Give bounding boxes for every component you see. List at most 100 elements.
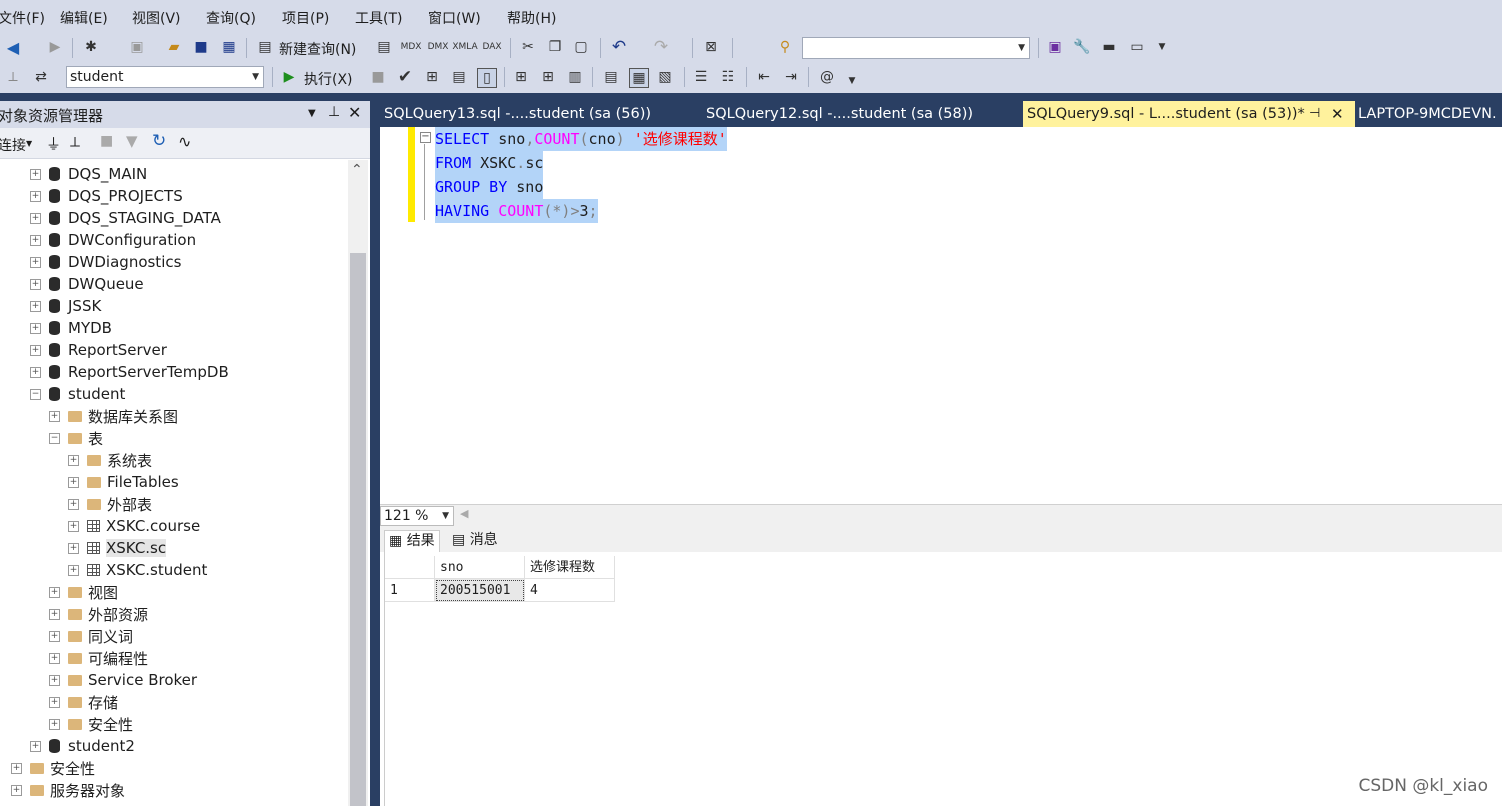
comment-icon[interactable]: ☰ [692, 68, 710, 86]
expand-icon[interactable]: + [49, 652, 60, 664]
tree-node[interactable]: + 服务器对象 [11, 779, 125, 801]
tree-node[interactable]: + JSSK [30, 295, 101, 317]
back-icon[interactable]: ◀ [4, 38, 22, 57]
menu-window[interactable]: 窗口(W) [428, 8, 481, 28]
tree-node[interactable]: + 安全性 [49, 713, 133, 735]
scroll-up-icon[interactable]: ⌃ [351, 162, 363, 178]
pin-icon[interactable]: ⊥ [328, 104, 340, 120]
disconnect-icon[interactable]: ⟂ [70, 133, 80, 151]
copy-icon[interactable]: ❐ [546, 38, 564, 56]
tree-node[interactable]: − student [30, 383, 125, 405]
tab-laptop-server[interactable]: LAPTOP-9MCDEVN. [1354, 101, 1502, 127]
panel-splitter[interactable] [370, 93, 380, 806]
collapse-icon[interactable]: − [49, 432, 60, 444]
tree-node[interactable]: + 存储 [49, 691, 118, 713]
intellisense-icon[interactable]: ▯ [477, 68, 497, 88]
expand-icon[interactable]: + [68, 520, 79, 532]
tree-node[interactable]: + student2 [30, 735, 135, 757]
code-line[interactable]: SELECT sno,COUNT(cno) '选修课程数' [435, 127, 727, 151]
menu-query[interactable]: 查询(Q) [206, 8, 256, 28]
activity-monitor-icon[interactable]: ⊠ [702, 38, 720, 56]
tree-node[interactable]: + 安全性 [11, 757, 95, 779]
tree-node[interactable]: + 数据库关系图 [49, 405, 178, 427]
expand-icon[interactable]: + [30, 212, 41, 224]
expand-icon[interactable]: + [30, 168, 41, 180]
toolbar-options-icon[interactable]: ▼ [1153, 38, 1171, 56]
redo-icon[interactable]: ↷ [652, 37, 670, 57]
expand-icon[interactable]: + [30, 234, 41, 246]
expand-icon[interactable]: + [49, 718, 60, 730]
tree-node[interactable]: + 可编程性 [49, 647, 148, 669]
refresh-icon[interactable]: ↻ [152, 131, 166, 151]
expand-icon[interactable]: + [49, 630, 60, 642]
specify-template-params-icon[interactable]: @ [818, 68, 836, 86]
menu-edit[interactable]: 编辑(E) [60, 8, 108, 28]
connect-button[interactable]: 连接 [0, 135, 26, 155]
tree-node[interactable]: + DWQueue [30, 273, 144, 295]
row-header-corner[interactable] [385, 556, 435, 579]
expand-icon[interactable]: + [68, 498, 79, 510]
expand-icon[interactable]: + [68, 454, 79, 466]
tree-node[interactable]: + DQS_STAGING_DATA [30, 207, 221, 229]
find-icon[interactable]: ⚲ [776, 38, 794, 56]
tree-scrollbar-thumb[interactable] [350, 253, 366, 806]
connect-plug-icon[interactable]: ⏚ [46, 133, 61, 154]
database-combo[interactable]: student ▼ [66, 66, 264, 88]
client-stats-icon[interactable]: ▥ [566, 68, 584, 86]
toolbar-options-icon[interactable]: ▼ [843, 72, 861, 90]
results-to-grid-icon[interactable]: ▦ [629, 68, 649, 88]
tree-node[interactable]: + ReportServerTempDB [30, 361, 229, 383]
increase-indent-icon[interactable]: ⇥ [782, 68, 800, 86]
expand-icon[interactable]: + [11, 784, 22, 796]
save-all-icon[interactable]: ▦ [220, 38, 238, 56]
query-editor[interactable] [380, 127, 1502, 504]
tree-node[interactable]: + ReportServer [30, 339, 167, 361]
activity-pulse-icon[interactable]: ∿ [178, 132, 191, 151]
expand-icon[interactable]: + [30, 366, 41, 378]
search-combo[interactable]: ▼ [802, 37, 1030, 59]
paste-icon[interactable]: ▢ [572, 38, 590, 56]
mdx-query-icon[interactable]: MDX [401, 38, 422, 56]
expand-icon[interactable]: + [49, 608, 60, 620]
chevron-down-icon[interactable]: ▼ [26, 139, 32, 148]
add-item-icon[interactable]: ▣ [128, 38, 146, 56]
menu-help[interactable]: 帮助(H) [507, 8, 556, 28]
collapse-icon[interactable]: − [420, 132, 431, 143]
actual-plan-icon[interactable]: ⊞ [512, 68, 530, 86]
row-number[interactable]: 1 [385, 579, 435, 602]
tree-node[interactable]: + DWDiagnostics [30, 251, 181, 273]
dmx-query-icon[interactable]: DMX [428, 38, 449, 56]
tree-node[interactable]: + XSKC.sc [68, 537, 167, 559]
change-connection-icon[interactable]: ⇄ [32, 68, 50, 86]
expand-icon[interactable]: + [30, 278, 41, 290]
tab-sqlquery9[interactable]: SQLQuery9.sql - L....student (sa (53))* … [1023, 101, 1355, 127]
expand-icon[interactable]: + [11, 762, 22, 774]
expand-icon[interactable]: + [68, 564, 79, 576]
decrease-indent-icon[interactable]: ⇤ [755, 68, 773, 86]
expand-icon[interactable]: + [30, 300, 41, 312]
new-project-icon[interactable]: ✱ [82, 38, 100, 56]
menu-project[interactable]: 项目(P) [282, 8, 329, 28]
expand-icon[interactable]: + [30, 740, 41, 752]
menu-view[interactable]: 视图(V) [132, 8, 181, 28]
collapse-icon[interactable]: − [30, 388, 41, 400]
toolbox-icon[interactable]: ▬ [1100, 38, 1118, 56]
results-to-text-icon[interactable]: ▤ [602, 68, 620, 86]
execute-icon[interactable]: ▶ [280, 68, 298, 86]
solution-explorer-icon[interactable]: ▣ [1046, 38, 1064, 56]
dax-query-icon[interactable]: DAX [482, 38, 501, 56]
cut-icon[interactable]: ✂ [519, 38, 537, 56]
expand-icon[interactable]: + [49, 696, 60, 708]
tab-messages[interactable]: ▤ 消息 [448, 530, 502, 551]
expand-icon[interactable]: + [30, 190, 41, 202]
filter-icon[interactable]: ▼ [126, 132, 138, 150]
tree-node[interactable]: + 系统表 [68, 449, 152, 471]
save-icon[interactable]: ■ [192, 38, 210, 56]
column-header-sno[interactable]: sno [435, 556, 525, 579]
pin-icon[interactable]: ⊣ [1309, 101, 1320, 127]
tree-node[interactable]: + DQS_PROJECTS [30, 185, 183, 207]
code-line[interactable]: FROM XSKC.sc [435, 151, 544, 175]
expand-icon[interactable]: + [49, 674, 60, 686]
tree-node[interactable]: + 外部资源 [49, 603, 148, 625]
tree-node[interactable]: + 同义词 [49, 625, 133, 647]
